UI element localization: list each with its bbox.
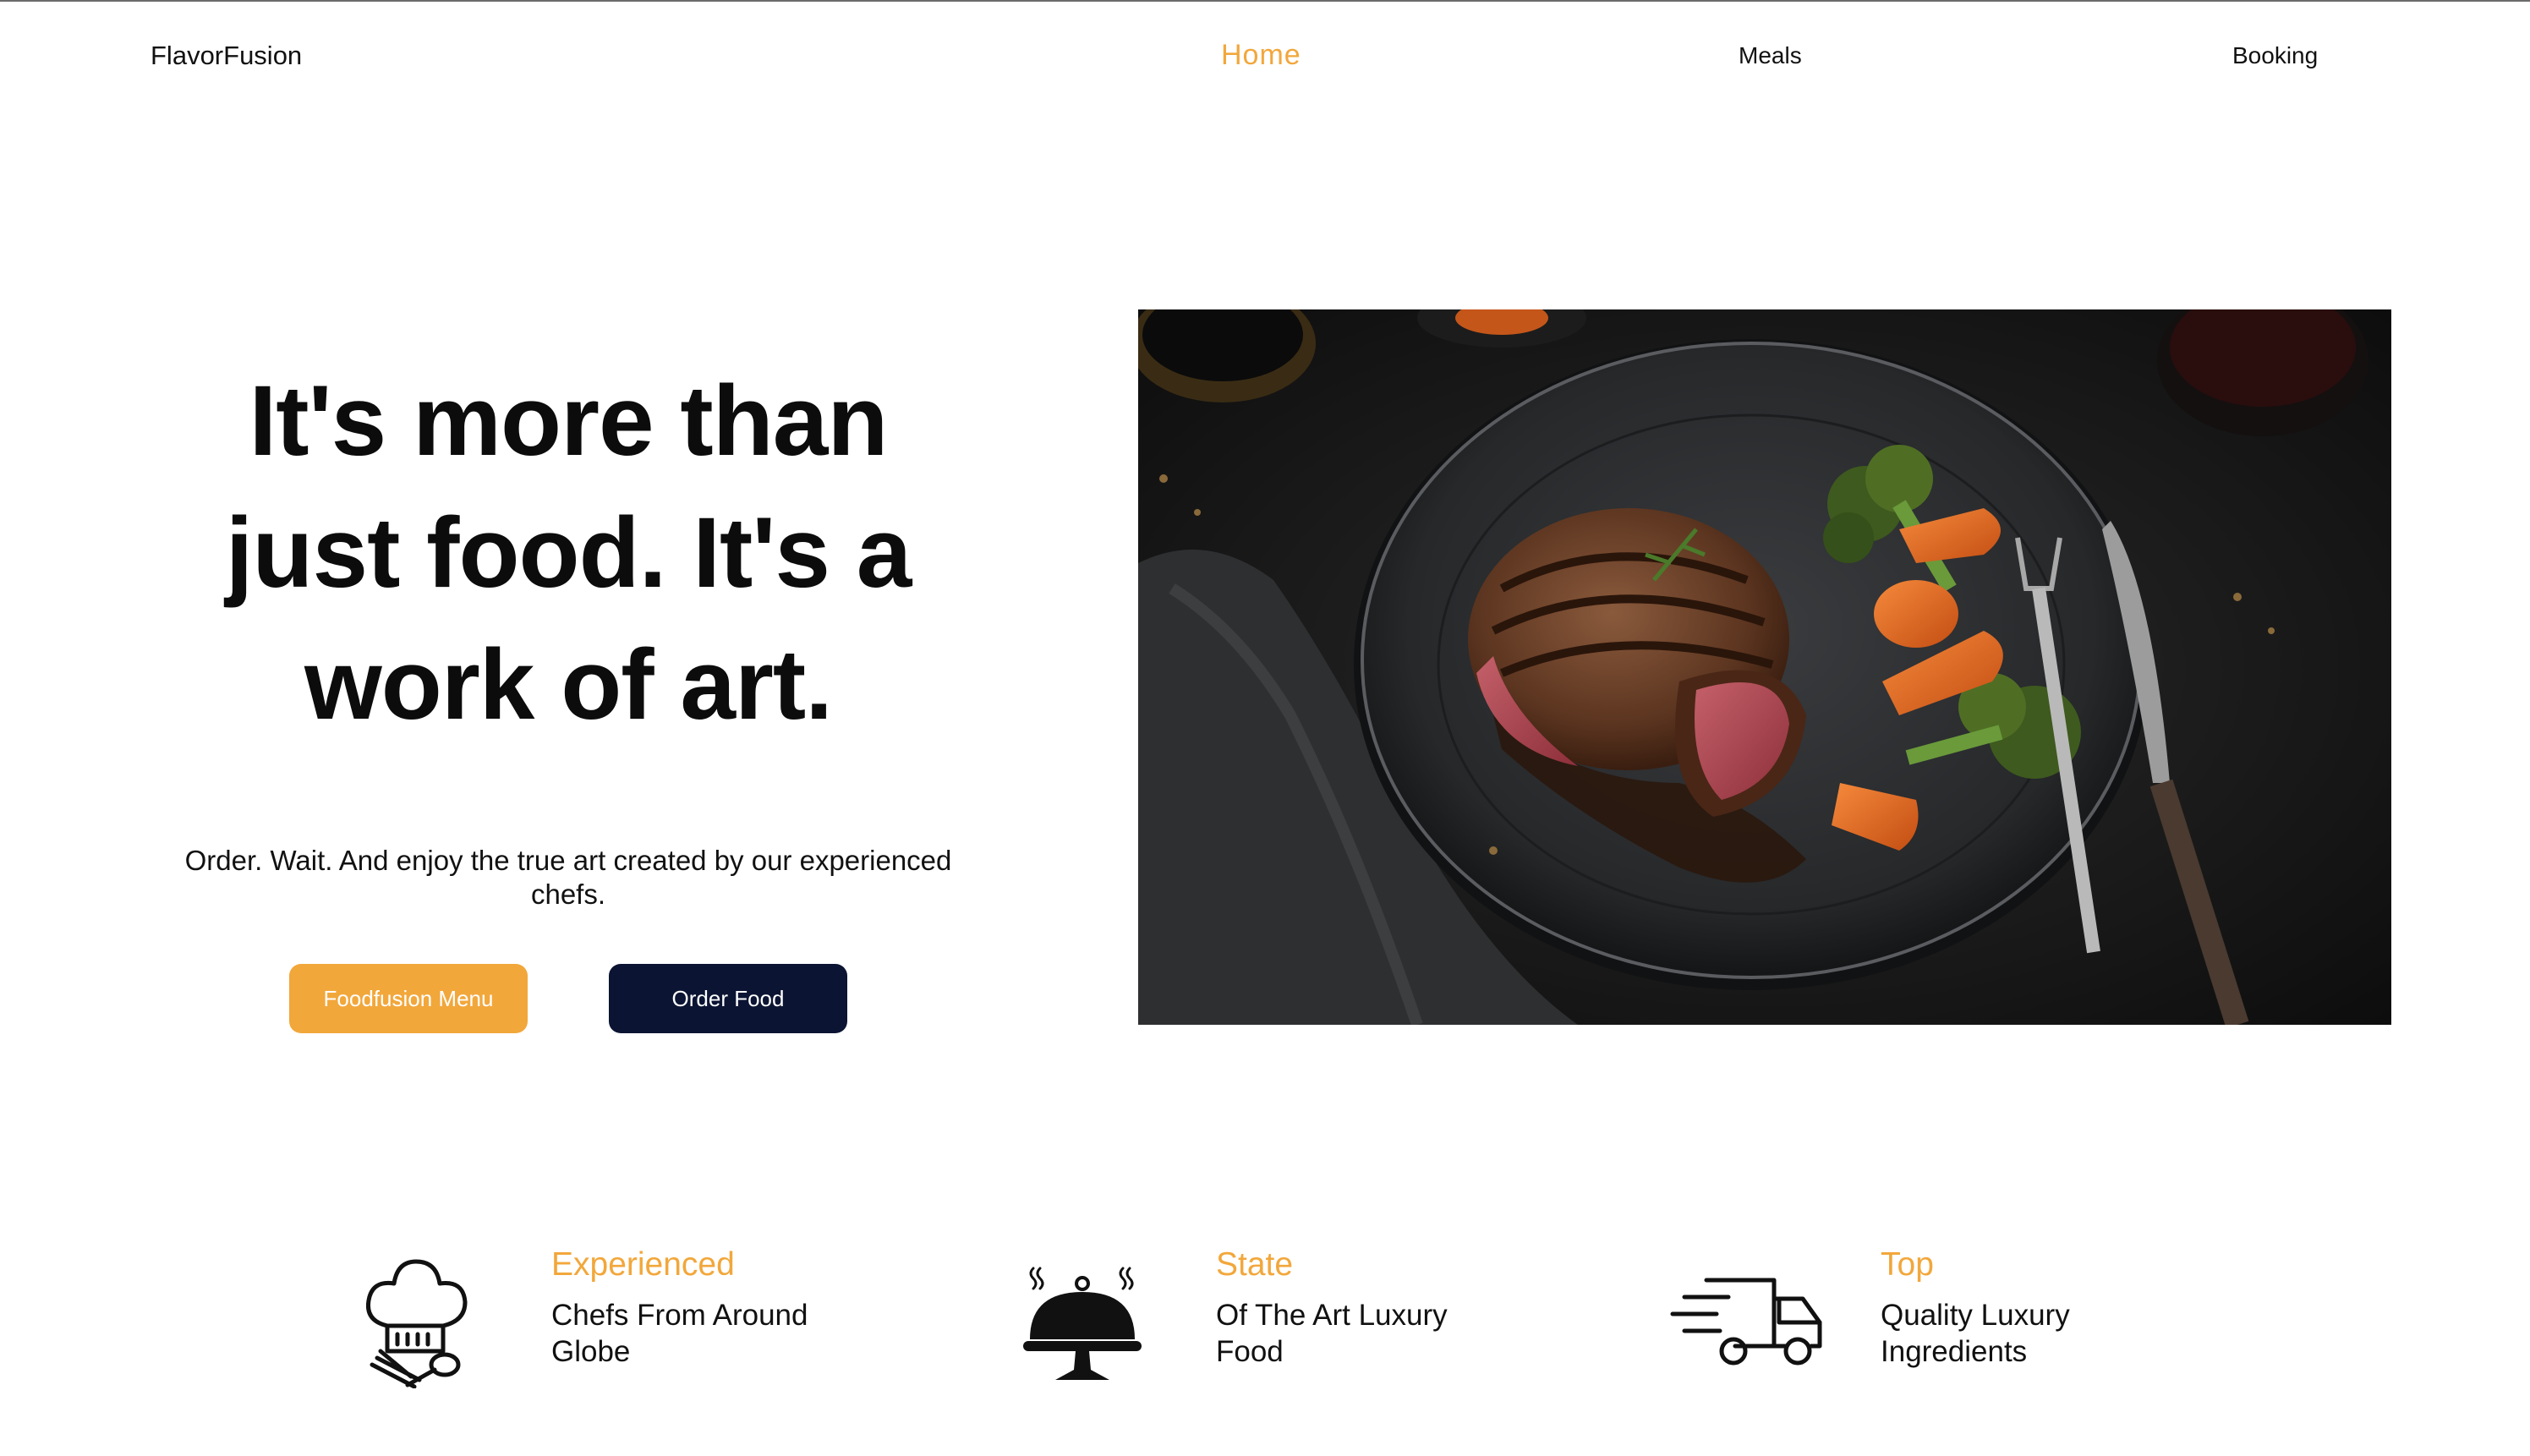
feature-title: Experienced [551, 1246, 735, 1283]
steak-dinner-photo [1138, 309, 2391, 1025]
cloche-icon [1021, 1262, 1143, 1393]
foodfusion-menu-button[interactable]: Foodfusion Menu [289, 964, 528, 1033]
feature-desc: Of The Art Luxury Food [1216, 1299, 1448, 1368]
hero-title-line-1: It's more than [249, 365, 889, 477]
hero-subtitle: Order. Wait. And enjoy the true art crea… [184, 845, 952, 910]
brand-logo-text[interactable]: FlavorFusion [151, 41, 302, 71]
nav-home-link[interactable]: Home [1221, 39, 1301, 72]
delivery-truck-icon [1668, 1275, 1828, 1372]
nav-booking-link[interactable]: Booking [2232, 42, 2318, 69]
order-food-button[interactable]: Order Food [609, 964, 847, 1033]
chef-hat-icon [360, 1253, 470, 1393]
nav-meals-link[interactable]: Meals [1739, 42, 1802, 69]
feature-desc: Quality Luxury Ingredients [1881, 1299, 2070, 1368]
feature-title: Top [1881, 1246, 1934, 1283]
hero-text-block: It's more than just food. It's a work of… [127, 355, 1010, 911]
feature-title: State [1216, 1246, 1294, 1283]
feature-desc: Chefs From Around Globe [551, 1299, 808, 1368]
navbar: FlavorFusion Home Meals Booking [0, 2, 2530, 112]
hero-title-line-2: just food. It's a [225, 497, 912, 609]
hero-title-line-3: work of art. [304, 629, 833, 741]
hero-title: It's more than just food. It's a work of… [127, 355, 1010, 751]
